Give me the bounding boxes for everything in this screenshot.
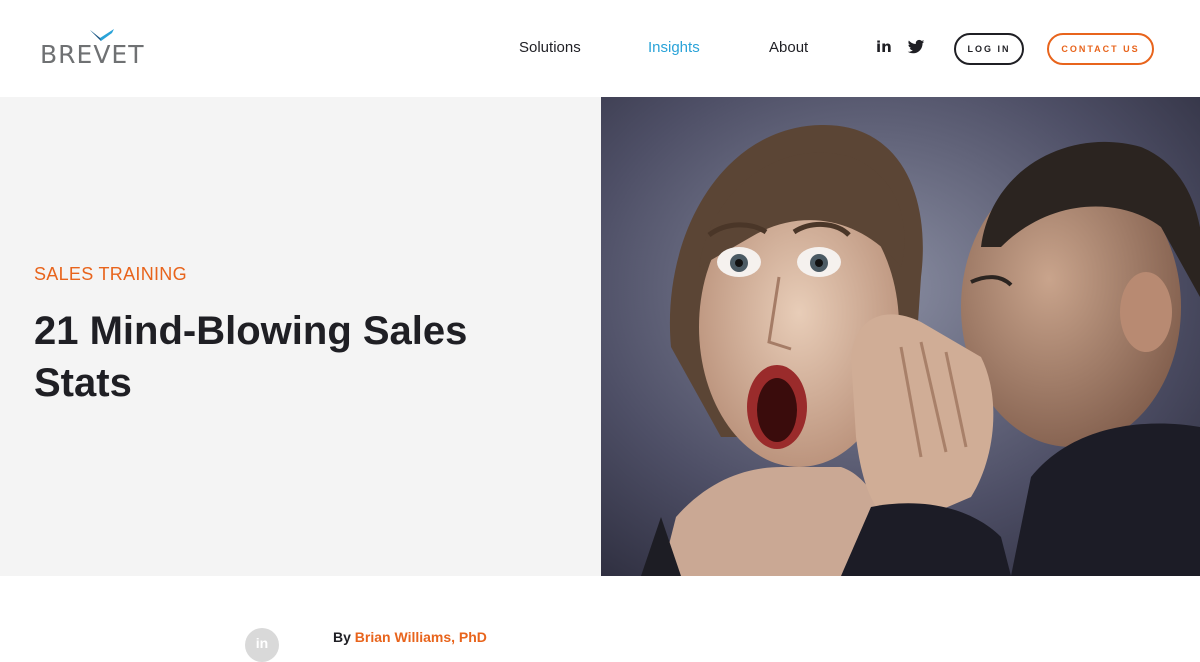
nav-insights[interactable]: Insights bbox=[648, 39, 700, 57]
hero-image bbox=[601, 97, 1200, 576]
article-byline: By Brian Williams, PhD bbox=[333, 629, 487, 645]
twitter-bird-glyph bbox=[907, 39, 925, 54]
login-button[interactable]: LOG IN bbox=[954, 33, 1024, 65]
logo-wordmark: BREVET bbox=[40, 40, 145, 69]
linkedin-glyph: in bbox=[876, 38, 892, 56]
site-header: BREVET Solutions Insights About in LOG I… bbox=[0, 0, 1200, 97]
nav-about[interactable]: About bbox=[769, 39, 808, 57]
hero-text-panel: SALES TRAINING 21 Mind-Blowing Sales Sta… bbox=[0, 97, 601, 576]
contact-us-button[interactable]: CONTACT US bbox=[1047, 33, 1154, 65]
byline-prefix: By bbox=[333, 629, 351, 645]
article-category[interactable]: SALES TRAINING bbox=[34, 264, 187, 284]
nav-solutions[interactable]: Solutions bbox=[519, 39, 581, 57]
article-title: 21 Mind-Blowing Sales Stats bbox=[34, 309, 468, 405]
hero-photo-illustration bbox=[601, 97, 1200, 576]
author-linkedin-avatar[interactable]: in bbox=[245, 628, 279, 662]
brevet-logo[interactable]: BREVET bbox=[40, 28, 150, 72]
linkedin-avatar-glyph: in bbox=[255, 635, 269, 651]
linkedin-icon[interactable]: in bbox=[876, 38, 894, 56]
author-link[interactable]: Brian Williams, PhD bbox=[355, 629, 487, 645]
twitter-icon[interactable] bbox=[907, 38, 925, 56]
